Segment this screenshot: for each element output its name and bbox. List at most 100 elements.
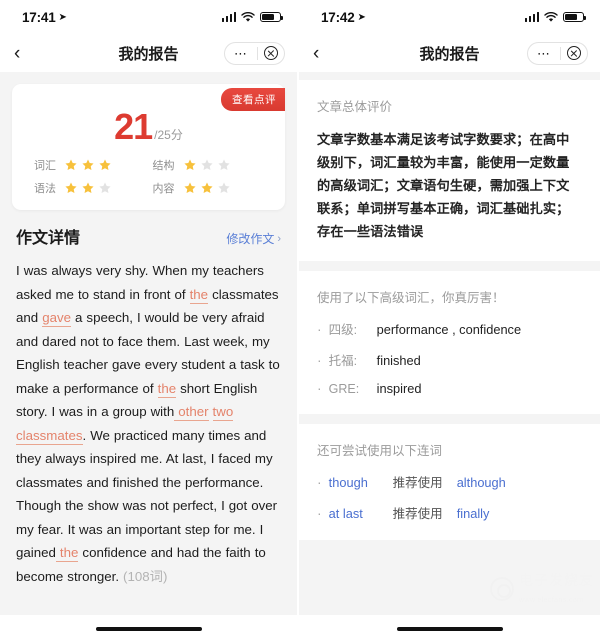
signal-icon [524, 12, 539, 22]
bullet-icon: · [317, 321, 322, 337]
rating-grid: 词汇 结构语法 内容 [12, 155, 285, 196]
nav-bar: ‹ 我的报告 ⋯ [0, 34, 297, 72]
rating-item-内容: 内容 [153, 180, 272, 196]
correction-word[interactable]: the [157, 380, 177, 398]
nav-capsule: ⋯ [224, 41, 285, 65]
watermark-logo-icon [490, 577, 514, 602]
score-denominator: /25分 [154, 128, 183, 142]
status-time: 17:42 [321, 9, 355, 25]
view-comments-badge[interactable]: 查看点评 [221, 88, 285, 111]
vocabulary-words: finished [376, 353, 421, 368]
status-indicators [221, 11, 283, 23]
vocabulary-words: performance , confidence [376, 322, 522, 337]
conjunctions-list: · though 推荐使用 although · at last 推荐使用 finally [317, 472, 582, 522]
conjunction-suggestion[interactable]: although [457, 475, 506, 490]
watermark-url: www.elecfans.com [519, 597, 584, 605]
rating-label: 内容 [152, 183, 175, 195]
right-phone-screen: 17:42 ➤ ‹ 我的报告 ⋯ 文章总体评价 文章字数基本满足该考试字数要求；… [299, 0, 600, 642]
home-indicator-area [0, 615, 297, 642]
nav-bar: ‹ 我的报告 ⋯ [299, 34, 600, 72]
location-arrow-icon: ➤ [58, 11, 67, 23]
rating-stars [64, 158, 112, 172]
back-button[interactable]: ‹ [313, 44, 335, 63]
star-icon [65, 159, 77, 171]
signal-icon [221, 12, 236, 22]
home-indicator-area [299, 615, 600, 642]
watermark: 电子发烧友 www.elecfans.com [490, 572, 594, 607]
bullet-icon: · [317, 352, 322, 368]
status-indicators [524, 11, 586, 23]
vocabulary-level: 托福: [328, 354, 358, 368]
score-card: 查看点评 21/25分 词汇 结构语法 内容 [12, 84, 285, 210]
rating-stars [183, 158, 231, 172]
star-icon [217, 182, 230, 194]
conjunction-suggestion[interactable]: finally [457, 506, 490, 521]
bullet-icon: · [317, 380, 322, 396]
overall-evaluation-section: 文章总体评价 文章字数基本满足该考试字数要求；在高中级别下，词汇量较为丰富，能使… [299, 80, 600, 261]
more-icon[interactable]: ⋯ [528, 43, 560, 64]
left-content[interactable]: 查看点评 21/25分 词汇 结构语法 内容 作文详情 修改作文 › I was a… [0, 72, 297, 615]
vocabulary-level: GRE: [328, 382, 360, 396]
advanced-vocabulary-title: 使用了以下高级词汇，你真厉害！ [317, 291, 505, 305]
rating-label: 词汇 [34, 160, 56, 172]
correction-word[interactable]: the [55, 545, 79, 562]
essay-detail-title: 作文详情 [16, 230, 81, 247]
dual-screenshot: 17:41 ➤ ‹ 我的报告 ⋯ 查看点评 21 /25分 词汇 结构 语法 内… [0, 0, 600, 642]
rating-stars [183, 181, 231, 195]
star-icon [82, 159, 94, 171]
nav-capsule: ⋯ [527, 41, 588, 65]
more-icon[interactable]: ⋯ [225, 43, 257, 64]
vocabulary-row: · 四级: performance , confidence [317, 319, 582, 338]
star-icon [82, 182, 94, 194]
watermark-brand: 电子发烧友 [519, 571, 594, 588]
advanced-vocabulary-section: 使用了以下高级词汇，你真厉害！ · 四级: performance , confid… [299, 271, 600, 414]
back-button[interactable]: ‹ [14, 44, 36, 63]
conjunctions-title: 还可尝试使用以下连词 [317, 444, 443, 458]
status-bar: 17:42 ➤ [299, 0, 600, 34]
overall-evaluation-title: 文章总体评价 [317, 100, 393, 114]
home-indicator[interactable] [95, 626, 202, 631]
star-icon [99, 159, 111, 171]
star-icon [183, 182, 196, 194]
right-content[interactable]: 文章总体评价 文章字数基本满足该考试字数要求；在高中级别下，词汇量较为丰富，能使… [299, 72, 600, 615]
close-circle-icon[interactable] [258, 43, 284, 64]
close-circle-icon[interactable] [561, 43, 587, 64]
battery-icon [563, 11, 586, 23]
conjunction-row: · at last 推荐使用 finally [317, 503, 582, 522]
left-phone-screen: 17:41 ➤ ‹ 我的报告 ⋯ 查看点评 21 /25分 词汇 结构 语法 内… [0, 0, 299, 642]
essay-header: 作文详情 修改作文 › [16, 224, 281, 259]
vocabulary-list: · 四级: performance , confidence · 托福: finished… [317, 319, 582, 396]
conjunctions-section: 还可尝试使用以下连词 · though 推荐使用 although · at last 推荐… [299, 424, 600, 540]
star-icon [65, 182, 77, 194]
bullet-icon: · [317, 505, 322, 521]
correction-word[interactable]: gave [42, 310, 72, 327]
home-indicator[interactable] [396, 626, 503, 631]
star-icon [217, 159, 230, 171]
score-value: 21 [114, 106, 153, 147]
star-icon [183, 159, 196, 171]
conjunction-original[interactable]: at last [329, 506, 385, 521]
status-time: 17:41 [22, 9, 56, 25]
essay-body: I was always very shy. When my teachers … [16, 259, 281, 588]
rating-label: 结构 [152, 160, 175, 172]
location-arrow-icon: ➤ [357, 11, 366, 23]
star-icon [200, 159, 213, 171]
wifi-icon [241, 11, 255, 22]
vocabulary-level: 四级: [328, 323, 358, 337]
watermark-text: 电子发烧友 www.elecfans.com [519, 572, 594, 607]
essay-text [209, 404, 213, 419]
word-count: (108词) [123, 568, 168, 584]
chevron-right-icon: › [277, 232, 281, 245]
vocabulary-words: inspired [376, 381, 422, 396]
conjunction-original[interactable]: though [329, 475, 385, 490]
conjunction-suggest-label: 推荐使用 [392, 507, 443, 521]
battery-icon [260, 11, 283, 23]
edit-essay-link[interactable]: 修改作文 › [226, 230, 281, 247]
rating-item-结构: 结构 [153, 157, 272, 173]
correction-word[interactable]: the [189, 286, 209, 304]
edit-essay-label: 修改作文 [226, 232, 275, 246]
overall-evaluation-body: 文章字数基本满足该考试字数要求；在高中级别下，词汇量较为丰富，能使用一定数量的高… [317, 132, 570, 239]
correction-word[interactable]: other [174, 404, 209, 421]
rating-item-语法: 语法 [34, 180, 153, 196]
conjunction-suggest-label: 推荐使用 [392, 476, 443, 490]
